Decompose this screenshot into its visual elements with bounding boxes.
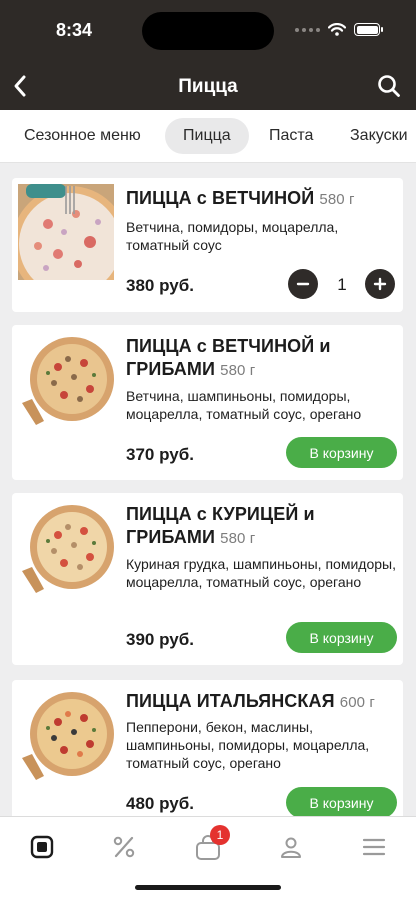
pizza-photo <box>18 688 114 784</box>
home-indicator <box>135 885 281 890</box>
product-name: ПИЦЦА ИТАЛЬЯНСКАЯ <box>126 691 335 711</box>
product-price: 480 руб. <box>126 794 194 813</box>
product-card[interactable]: ПИЦЦА с ВЕТЧИНОЙ 580 г Ветчина, помидоры… <box>12 178 403 312</box>
product-price: 380 руб. <box>126 276 194 295</box>
product-title: ПИЦЦА ИТАЛЬЯНСКАЯ 600 г <box>126 690 396 714</box>
minus-icon <box>296 282 310 286</box>
tab-discounts[interactable] <box>106 829 142 865</box>
quantity-value: 1 <box>337 275 347 294</box>
tab-pizza[interactable]: Пицца <box>165 118 249 154</box>
product-description: Ветчина, шампиньоны, помидоры, моцарелла… <box>126 388 362 422</box>
product-title: ПИЦЦА с КУРИЦЕЙ и ГРИБАМИ 580 г <box>126 503 396 550</box>
tab-more[interactable] <box>356 829 392 865</box>
search-icon <box>378 75 400 97</box>
page-title: Пицца <box>178 76 238 97</box>
wifi-icon <box>328 23 346 36</box>
product-description: Пепперони, бекон, маслины, шампиньоны, п… <box>126 719 370 771</box>
product-card[interactable]: ПИЦЦА с КУРИЦЕЙ и ГРИБАМИ 580 г Куриная … <box>12 493 403 665</box>
hamburger-icon <box>362 838 386 856</box>
increase-quantity-button[interactable] <box>365 269 395 299</box>
product-card[interactable]: ПИЦЦА с ВЕТЧИНОЙ и ГРИБАМИ 580 г Ветчина… <box>12 325 403 480</box>
tab-profile[interactable] <box>273 829 309 865</box>
add-to-cart-button[interactable]: В корзину <box>286 622 397 653</box>
tab-seasonal-menu[interactable]: Сезонное меню <box>6 118 159 154</box>
cart-badge: 1 <box>210 825 230 845</box>
product-description: Ветчина, помидоры, моцарелла, томатный с… <box>126 219 339 253</box>
pizza-photo <box>18 184 114 280</box>
pizza-photo <box>18 501 114 597</box>
decrease-quantity-button[interactable] <box>288 269 318 299</box>
product-weight: 600 г <box>339 694 375 711</box>
tab-pasta[interactable]: Паста <box>251 118 331 154</box>
product-description: Куриная грудка, шампиньоны, помидоры, мо… <box>126 556 396 590</box>
product-weight: 580 г <box>220 362 256 379</box>
dynamic-island <box>142 12 274 50</box>
status-icons <box>295 23 383 36</box>
discount-icon <box>113 836 135 858</box>
status-time: 8:34 <box>56 20 93 40</box>
profile-icon <box>281 837 301 858</box>
top-bar: 8:34 Пицца <box>0 0 416 110</box>
product-card[interactable]: ПИЦЦА ИТАЛЬЯНСКАЯ 600 г Пепперони, бекон… <box>12 680 403 820</box>
pizza-photo <box>18 333 114 429</box>
product-name: ПИЦЦА с ВЕТЧИНОЙ <box>126 188 315 208</box>
category-tabs: Сезонное меню Пицца Паста Закуски <box>0 110 416 163</box>
search-button[interactable] <box>376 73 402 99</box>
signal-icon <box>295 27 320 32</box>
add-to-cart-button[interactable]: В корзину <box>286 787 397 818</box>
product-price: 370 руб. <box>126 445 194 464</box>
product-title: ПИЦЦА с ВЕТЧИНОЙ 580 г <box>126 187 396 211</box>
tab-snacks[interactable]: Закуски <box>332 118 416 154</box>
product-title: ПИЦЦА с ВЕТЧИНОЙ и ГРИБАМИ 580 г <box>126 335 396 382</box>
product-price: 390 руб. <box>126 630 194 649</box>
battery-icon <box>354 23 383 36</box>
menu-icon <box>30 835 54 859</box>
tab-menu[interactable] <box>24 829 60 865</box>
product-weight: 580 г <box>220 530 256 547</box>
add-to-cart-button[interactable]: В корзину <box>286 437 397 468</box>
product-weight: 580 г <box>319 191 355 208</box>
plus-icon <box>373 277 387 291</box>
